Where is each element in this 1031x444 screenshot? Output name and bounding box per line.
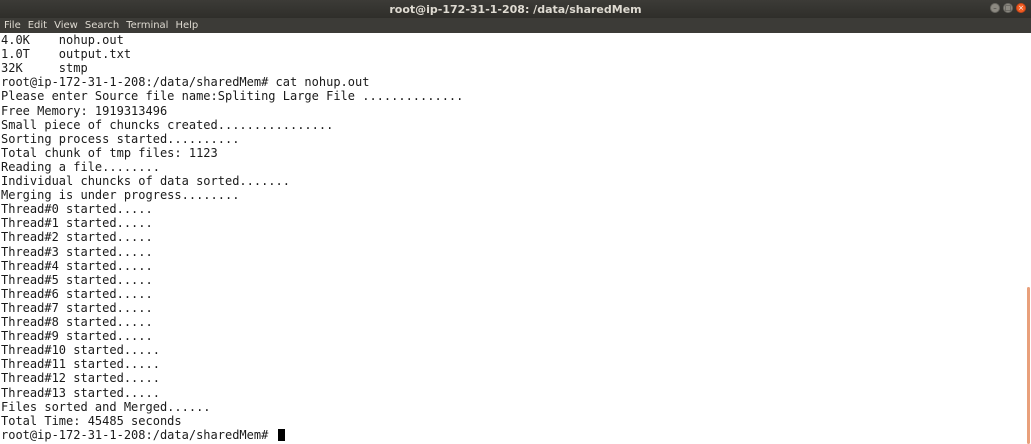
title-bar[interactable]: root@ip-172-31-1-208: /data/sharedMem – … xyxy=(0,0,1031,18)
terminal-prompt-line: root@ip-172-31-1-208:/data/sharedMem# xyxy=(1,428,285,442)
terminal-line: Thread#12 started..... xyxy=(1,371,160,386)
terminal-line: Files sorted and Merged...... xyxy=(1,399,211,414)
terminal-line: Thread#1 started..... xyxy=(1,216,153,231)
terminal-line: Total chunk of tmp files: 1123 xyxy=(1,145,218,160)
terminal-line: Thread#5 started..... xyxy=(1,272,153,287)
terminal-line: Small piece of chuncks created..........… xyxy=(1,117,334,132)
terminal-line: Sorting process started.......... xyxy=(1,131,240,146)
shell-prompt: root@ip-172-31-1-208:/data/sharedMem# xyxy=(1,427,276,442)
terminal-line: Thread#0 started..... xyxy=(1,202,153,217)
terminal-line: 32K stmp xyxy=(1,61,88,76)
terminal-line: Free Memory: 1919313496 xyxy=(1,103,168,118)
close-icon[interactable]: × xyxy=(1016,3,1026,13)
terminal-line: Reading a file........ xyxy=(1,159,160,174)
window-title: root@ip-172-31-1-208: /data/sharedMem xyxy=(389,2,642,16)
scrollbar-thumb[interactable] xyxy=(1027,287,1030,444)
terminal-line: Please enter Source file name:Spliting L… xyxy=(1,89,464,104)
terminal-line: Merging is under progress........ xyxy=(1,188,240,203)
terminal-line: Thread#2 started..... xyxy=(1,230,153,245)
menu-search[interactable]: Search xyxy=(85,20,119,31)
terminal-line: Thread#4 started..... xyxy=(1,258,153,273)
terminal-line: Thread#13 started..... xyxy=(1,385,160,400)
minimize-icon[interactable]: – xyxy=(990,3,1000,13)
menu-bar: File Edit View Search Terminal Help xyxy=(0,18,1031,33)
scrollbar[interactable] xyxy=(1026,33,1031,444)
terminal-line: Thread#11 started..... xyxy=(1,357,160,372)
terminal-line: Thread#6 started..... xyxy=(1,286,153,301)
menu-view[interactable]: View xyxy=(54,20,78,31)
terminal-line: 1.0T output.txt xyxy=(1,47,132,62)
terminal-window: root@ip-172-31-1-208: /data/sharedMem – … xyxy=(0,0,1031,444)
terminal-line: Individual chuncks of data sorted....... xyxy=(1,174,290,188)
text-cursor xyxy=(277,428,285,441)
menu-file[interactable]: File xyxy=(4,20,21,31)
terminal-line: Total Time: 45485 seconds xyxy=(1,413,182,428)
menu-help[interactable]: Help xyxy=(175,20,198,31)
maximize-icon[interactable]: □ xyxy=(1003,3,1013,13)
terminal-line: Thread#10 started..... xyxy=(1,343,160,358)
terminal-line: Thread#9 started..... xyxy=(1,329,153,344)
menu-edit[interactable]: Edit xyxy=(28,20,47,31)
terminal-line: Thread#7 started..... xyxy=(1,300,153,315)
terminal-line: Thread#8 started..... xyxy=(1,315,153,329)
terminal-line: Thread#3 started..... xyxy=(1,244,153,259)
terminal-output[interactable]: 4.0K nohup.out 1.0T output.txt 32K stmp roo… xyxy=(0,33,1026,444)
terminal-line: root@ip-172-31-1-208:/data/sharedMem# ca… xyxy=(1,75,370,90)
window-controls: – □ × xyxy=(990,3,1026,13)
terminal-line: 4.0K nohup.out xyxy=(1,33,124,47)
menu-terminal[interactable]: Terminal xyxy=(126,20,168,31)
